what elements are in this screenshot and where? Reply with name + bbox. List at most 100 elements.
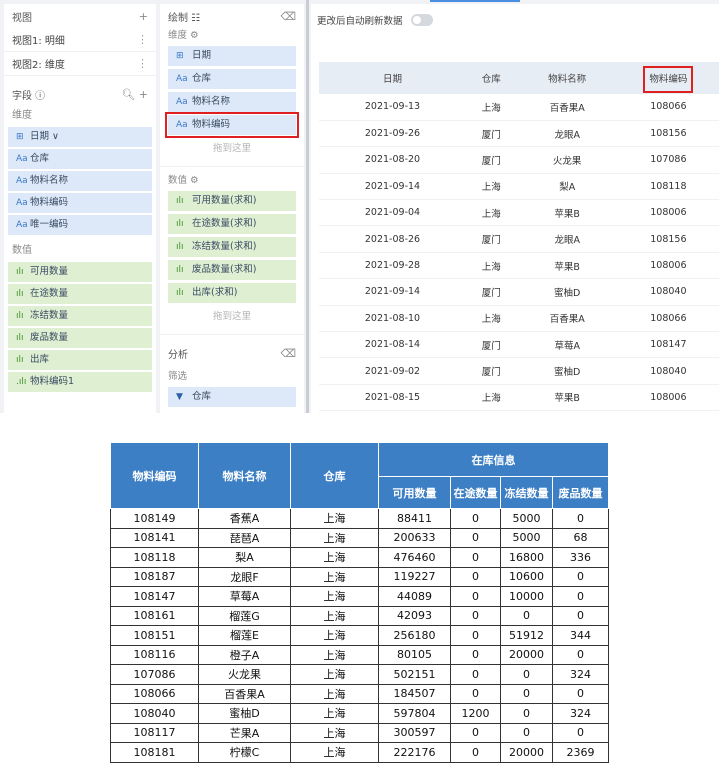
dimension-field-chip[interactable]: ⊞ 日期 ∨: [8, 127, 152, 147]
table-cell: 108006: [617, 199, 719, 227]
dimension-field-chip[interactable]: Aa 仓库: [8, 149, 152, 169]
field-type-icon: Aa: [16, 154, 28, 164]
table-row: 108161 榴莲G 上海 42093 0 0 0: [110, 605, 609, 626]
measure-slot-chip[interactable]: ılı 冻结数量(求和): [168, 237, 296, 257]
column-header[interactable]: 仓库: [465, 62, 517, 94]
table-cell: 108066: [617, 305, 719, 333]
measure-slot-label: 废品数量(求和): [192, 264, 257, 275]
column-header[interactable]: 物料编码: [617, 62, 719, 94]
measure-slot-label: 可用数量(求和): [192, 195, 257, 206]
table-cell: 0: [450, 742, 501, 763]
column-header-label: 日期: [382, 74, 402, 85]
measure-slot-chip[interactable]: ılı 可用数量(求和): [168, 191, 296, 211]
filter-chip[interactable]: ▼ 仓库: [168, 387, 296, 407]
table-cell: 119227: [378, 566, 451, 587]
dimension-field-chip[interactable]: Aa 物料名称: [8, 171, 152, 191]
table-cell: 0: [450, 566, 501, 587]
table-cell: 108156: [617, 225, 719, 253]
dimension-drop-zone[interactable]: 拖到这里: [168, 138, 296, 160]
table-cell: 0: [450, 605, 501, 626]
table-row: 2021-09-26 厦门 龙眼A 108156: [319, 120, 719, 148]
more-icon[interactable]: ⋮: [137, 57, 148, 70]
measure-slot-chip[interactable]: ılı 废品数量(求和): [168, 260, 296, 280]
panel-splitter[interactable]: [306, 0, 309, 413]
measure-drop-zone[interactable]: 拖到这里: [168, 306, 296, 328]
table-cell: 蜜柚D: [516, 278, 618, 306]
table-cell: 上海: [290, 644, 379, 665]
column-header[interactable]: 物料名称: [516, 62, 618, 94]
table-cell: 108006: [617, 252, 719, 280]
column-header[interactable]: 日期: [319, 62, 466, 94]
eraser-icon[interactable]: ⌫: [280, 347, 296, 360]
header-code: 物料编码: [110, 442, 199, 509]
measure-slot-label: 在途数量(求和): [192, 218, 257, 229]
table-cell: 108040: [617, 357, 719, 385]
measure-slot-chip[interactable]: ılı 在途数量(求和): [168, 214, 296, 234]
measure-field-chip[interactable]: ılı 在途数量: [8, 284, 152, 304]
table-cell: 上海: [290, 683, 379, 704]
dimension-field-label: 日期 ∨: [30, 131, 59, 142]
table-cell: 上海: [290, 508, 379, 529]
measure-field-chip[interactable]: ılı 可用数量: [8, 262, 152, 282]
table-cell: 草莓A: [198, 586, 291, 607]
table-cell: 2021-08-20: [319, 146, 466, 174]
draw-header: 绘制 ☷ ⌫: [160, 4, 304, 28]
views-title: 视图: [12, 12, 32, 24]
table-cell: 200633: [378, 527, 451, 548]
field-type-icon: ⊞: [176, 51, 184, 61]
table-cell: 256180: [378, 625, 451, 646]
field-type-icon: ılı: [16, 289, 24, 299]
more-icon[interactable]: ⋮: [137, 33, 148, 46]
filter-title: 筛选: [168, 371, 188, 382]
table-cell: 上海: [290, 527, 379, 548]
table-cell: 20000: [500, 742, 553, 763]
table-cell: 百香果A: [516, 94, 618, 121]
dimension-field-chip[interactable]: Aa 唯一编码: [8, 215, 152, 235]
table-cell: 2021-09-13: [319, 94, 466, 121]
measure-field-chip[interactable]: ılı 废品数量: [8, 328, 152, 348]
auto-refresh-toggle[interactable]: [410, 14, 433, 26]
measure-section-title: 数值: [12, 245, 32, 256]
dimension-field-chip[interactable]: Aa 物料编码: [8, 193, 152, 213]
dimension-slot-label: 物料名称: [192, 96, 231, 107]
table-cell: 厦门: [465, 357, 517, 385]
table-cell: 上海: [290, 586, 379, 607]
table-cell: 336: [552, 547, 609, 568]
measure-field-chip[interactable]: .ılı 物料编码1: [8, 372, 152, 392]
table-cell: 苹果B: [516, 252, 618, 280]
dimension-slot-chip[interactable]: Aa 物料编码: [165, 112, 299, 138]
table-cell: 324: [552, 664, 609, 685]
table-cell: 502151: [378, 664, 451, 685]
table-cell: 108066: [110, 683, 199, 704]
table-cell: 梨A: [198, 547, 291, 568]
measure-field-chip[interactable]: ılı 冻结数量: [8, 306, 152, 326]
field-type-icon: ılı: [176, 242, 184, 252]
view-item[interactable]: 视图1: 明细 ⋮: [4, 28, 156, 52]
table-cell: 2021-08-26: [319, 225, 466, 253]
field-type-icon: ılı: [176, 196, 184, 206]
table-cell: 0: [500, 722, 553, 743]
measure-field-chip[interactable]: ılı 出库: [8, 350, 152, 370]
measure-slot-chip[interactable]: ılı 出库(求和): [168, 283, 296, 303]
measure-field-label: 出库: [30, 354, 50, 365]
view-item[interactable]: 视图2: 维度 ⋮: [4, 52, 156, 76]
table-cell: 上海: [465, 199, 517, 227]
table-cell: 107086: [110, 664, 199, 685]
add-view-icon[interactable]: +: [139, 10, 148, 23]
table-cell: 上海: [290, 742, 379, 763]
table-cell: 上海: [290, 664, 379, 685]
dimension-slot-chip[interactable]: ⊞ 日期: [168, 46, 296, 66]
table-cell: 2021-08-14: [319, 331, 466, 359]
table-cell: 108006: [617, 384, 719, 412]
dimension-slot-chip[interactable]: Aa 物料名称: [168, 92, 296, 112]
dimension-slot-chip[interactable]: Aa 仓库: [168, 69, 296, 89]
sub-header: 冻结数量: [500, 476, 553, 509]
field-type-icon: Aa: [176, 120, 188, 130]
table-row: 2021-08-10 上海 百香果A 108066: [319, 305, 719, 333]
search-add-icons[interactable]: 🔍︎ +: [121, 88, 148, 101]
views-header: 视图 +: [4, 4, 156, 28]
eraser-icon[interactable]: ⌫: [280, 10, 296, 23]
table-cell: 0: [450, 547, 501, 568]
table-cell: 108141: [110, 527, 199, 548]
field-type-icon: ⊞: [16, 132, 24, 142]
